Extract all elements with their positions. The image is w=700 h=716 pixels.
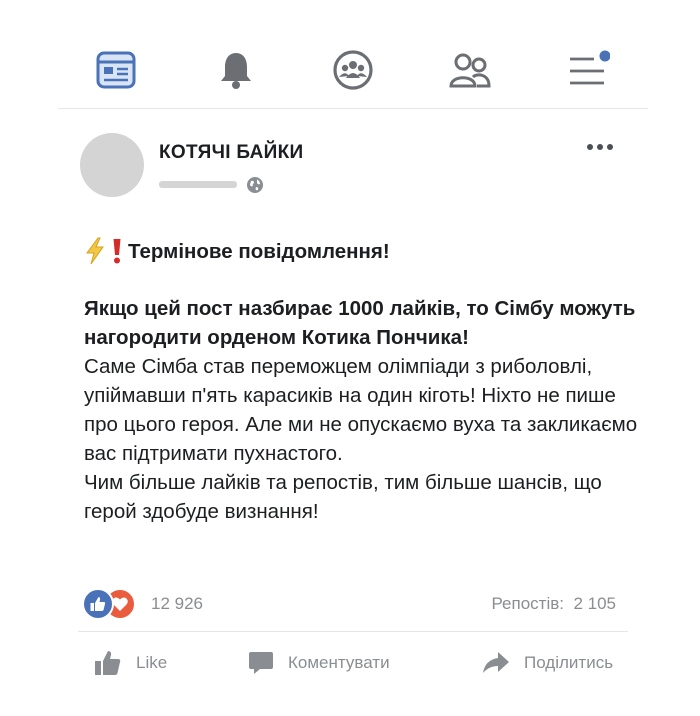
post-bold-text: Якщо цей пост назбирає 1000 лайків, то С…: [84, 297, 636, 349]
post-content: Термінове повідомлення! Якщо цей пост на…: [84, 235, 644, 526]
bell-icon: [221, 53, 251, 89]
nav-friends[interactable]: [448, 48, 492, 92]
notification-badge: [599, 50, 610, 62]
reactions-bar: 12 926 Репостів: 2 105: [82, 588, 616, 620]
dot: [607, 144, 613, 150]
urgent-title: Термінове повідомлення!: [128, 239, 390, 263]
nav-notifications[interactable]: [214, 48, 258, 92]
lightning-icon: [84, 237, 106, 265]
reposts-count[interactable]: Репостів: 2 105: [491, 594, 616, 614]
nav-menu[interactable]: [566, 48, 610, 92]
like-button[interactable]: Like: [94, 646, 167, 680]
nav-groups[interactable]: [331, 48, 375, 92]
comment-icon: [249, 652, 273, 674]
reposts-label: Репостів:: [491, 594, 564, 613]
exclamation-icon: [112, 237, 122, 265]
groups-icon: [333, 50, 373, 90]
like-reaction-icon[interactable]: [82, 588, 114, 620]
comment-button[interactable]: Коментувати: [248, 646, 390, 680]
nav-news-feed[interactable]: [94, 48, 138, 92]
post-header: КОТЯЧІ БАЙКИ: [80, 133, 640, 203]
share-button[interactable]: Поділитись: [482, 646, 613, 680]
friends-icon: [449, 53, 491, 88]
page-avatar[interactable]: [80, 133, 144, 197]
thumbs-up-icon: [95, 651, 121, 675]
dot: [587, 144, 593, 150]
share-arrow-icon: [483, 652, 509, 673]
top-nav: [58, 30, 648, 109]
like-label: Like: [136, 653, 168, 672]
news-feed-icon: [96, 51, 136, 89]
globe-icon: [247, 177, 263, 193]
urgent-heading: Термінове повідомлення!: [84, 235, 644, 267]
menu-icon: [570, 50, 610, 85]
comment-label: Коментувати: [288, 653, 390, 672]
page-name[interactable]: КОТЯЧІ БАЙКИ: [159, 142, 303, 164]
dot: [597, 144, 603, 150]
post-body-text: Саме Сімба став переможцем олімпіади з р…: [84, 355, 638, 465]
reposts-value: 2 105: [573, 594, 616, 613]
reactions-count[interactable]: 12 926: [151, 594, 203, 614]
post-timestamp-placeholder: [159, 181, 237, 188]
more-options-button[interactable]: [584, 135, 616, 159]
post-closing-text: Чим більше лайків та репостів, тим більш…: [84, 471, 602, 523]
share-label: Поділитись: [524, 653, 614, 672]
post-actions: Like Коментувати Поділитись: [78, 632, 638, 696]
